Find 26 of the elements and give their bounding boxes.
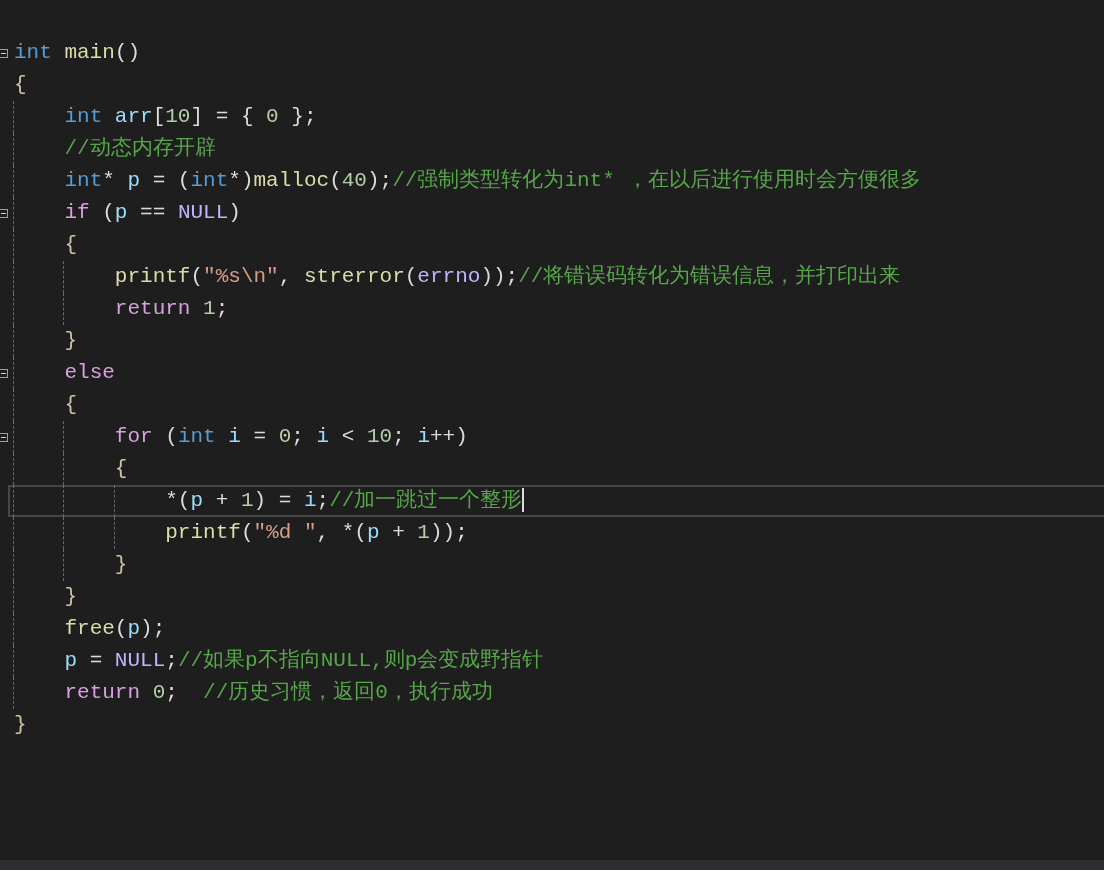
code-line: return 0; //历史习惯，返回0，执行成功: [8, 677, 1104, 709]
code-line: if (p == NULL): [8, 197, 1104, 229]
collapse-icon[interactable]: [0, 432, 8, 442]
code-line: {: [13, 72, 28, 98]
code-line: int* p = (int*)malloc(40);//强制类型转化为int* ，在以后进行使用时会方便很多: [8, 165, 1104, 197]
code-line: int arr[10] = { 0 };: [8, 101, 1104, 133]
code-line: {: [8, 229, 1104, 261]
code-line: {: [8, 453, 1104, 485]
code-line: return 1;: [8, 293, 1104, 325]
collapse-icon[interactable]: [0, 48, 8, 58]
collapse-icon[interactable]: [0, 368, 8, 378]
code-line: p = NULL;//如果p不指向NULL,则p会变成野指针: [8, 645, 1104, 677]
collapse-icon[interactable]: [0, 208, 8, 218]
code-line: }: [8, 325, 1104, 357]
code-line: printf("%d ", *(p + 1));: [8, 517, 1104, 549]
code-line: {: [8, 389, 1104, 421]
code-line: }: [8, 581, 1104, 613]
code-line: free(p);: [8, 613, 1104, 645]
code-line: }: [13, 712, 28, 738]
code-line: *(p + 1) = i;//加一跳过一个整形: [8, 485, 1104, 517]
code-line: for (int i = 0; i < 10; i++): [8, 421, 1104, 453]
code-line: int main(): [13, 40, 142, 66]
code-line: }: [8, 549, 1104, 581]
code-line: printf("%s\n", strerror(errno));//将错误码转化为错误信息，并打印出来: [8, 261, 1104, 293]
code-line: else: [8, 357, 1104, 389]
code-line: //动态内存开辟: [8, 133, 1104, 165]
